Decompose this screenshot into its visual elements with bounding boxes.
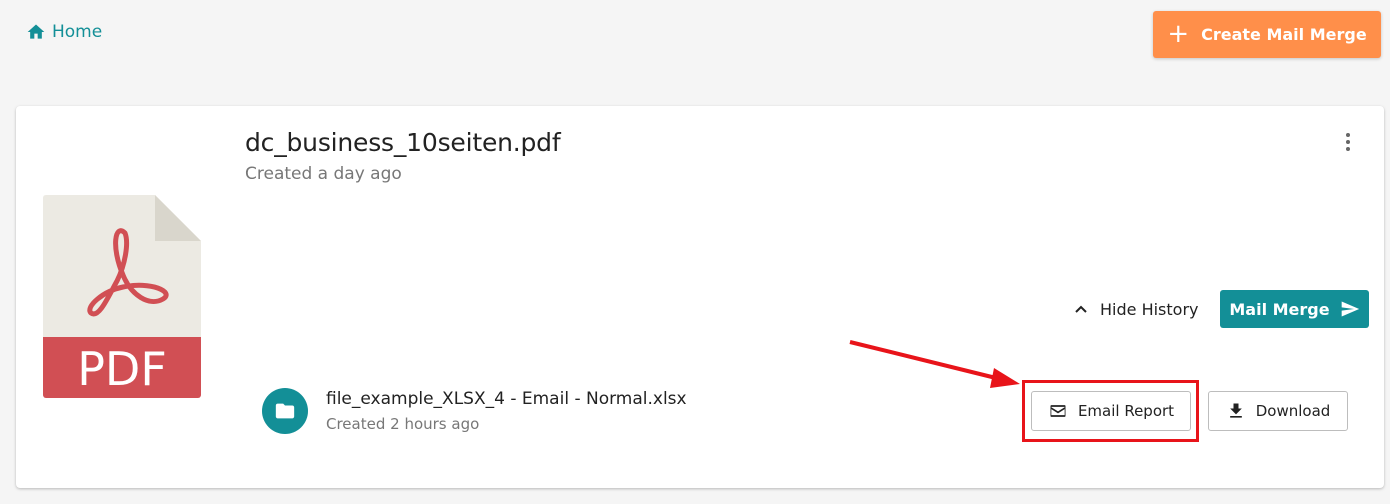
email-report-label: Email Report (1077, 402, 1175, 420)
create-mail-merge-button[interactable]: + Create Mail Merge (1153, 11, 1381, 58)
plus-icon: + (1167, 18, 1190, 49)
download-icon (1229, 403, 1242, 418)
download-button[interactable]: Download (1208, 391, 1348, 431)
pdf-file-icon: PDF (43, 195, 201, 398)
history-file-created: Created 2 hours ago (326, 415, 480, 433)
hide-history-button[interactable]: Hide History (1074, 294, 1198, 324)
home-link[interactable]: Home (26, 20, 102, 44)
mail-merge-label: Mail Merge (1229, 299, 1330, 319)
chevron-up-icon (1075, 305, 1087, 313)
history-item: file_example_XLSX_4 - Email - Normal.xls… (262, 388, 1362, 438)
hide-history-label: Hide History (1100, 299, 1199, 319)
document-card: PDF dc_business_10seiten.pdf Created a d… (16, 106, 1384, 488)
top-bar: Home + Create Mail Merge (0, 0, 1390, 80)
document-created: Created a day ago (245, 164, 402, 184)
folder-avatar (262, 388, 308, 434)
send-icon (1341, 301, 1359, 317)
mail-icon (1050, 405, 1066, 417)
document-title: dc_business_10seiten.pdf (245, 128, 561, 157)
email-report-button[interactable]: Email Report (1031, 391, 1191, 431)
folder-icon (275, 403, 295, 419)
home-icon (27, 24, 45, 39)
download-label: Download (1255, 402, 1331, 420)
create-mail-merge-label: Create Mail Merge (1201, 25, 1367, 44)
history-file-name: file_example_XLSX_4 - Email - Normal.xls… (326, 389, 687, 409)
mail-merge-button[interactable]: Mail Merge (1220, 290, 1369, 328)
pdf-icon-label: PDF (77, 342, 167, 396)
more-options-icon[interactable] (1334, 128, 1362, 156)
home-label: Home (52, 22, 103, 42)
